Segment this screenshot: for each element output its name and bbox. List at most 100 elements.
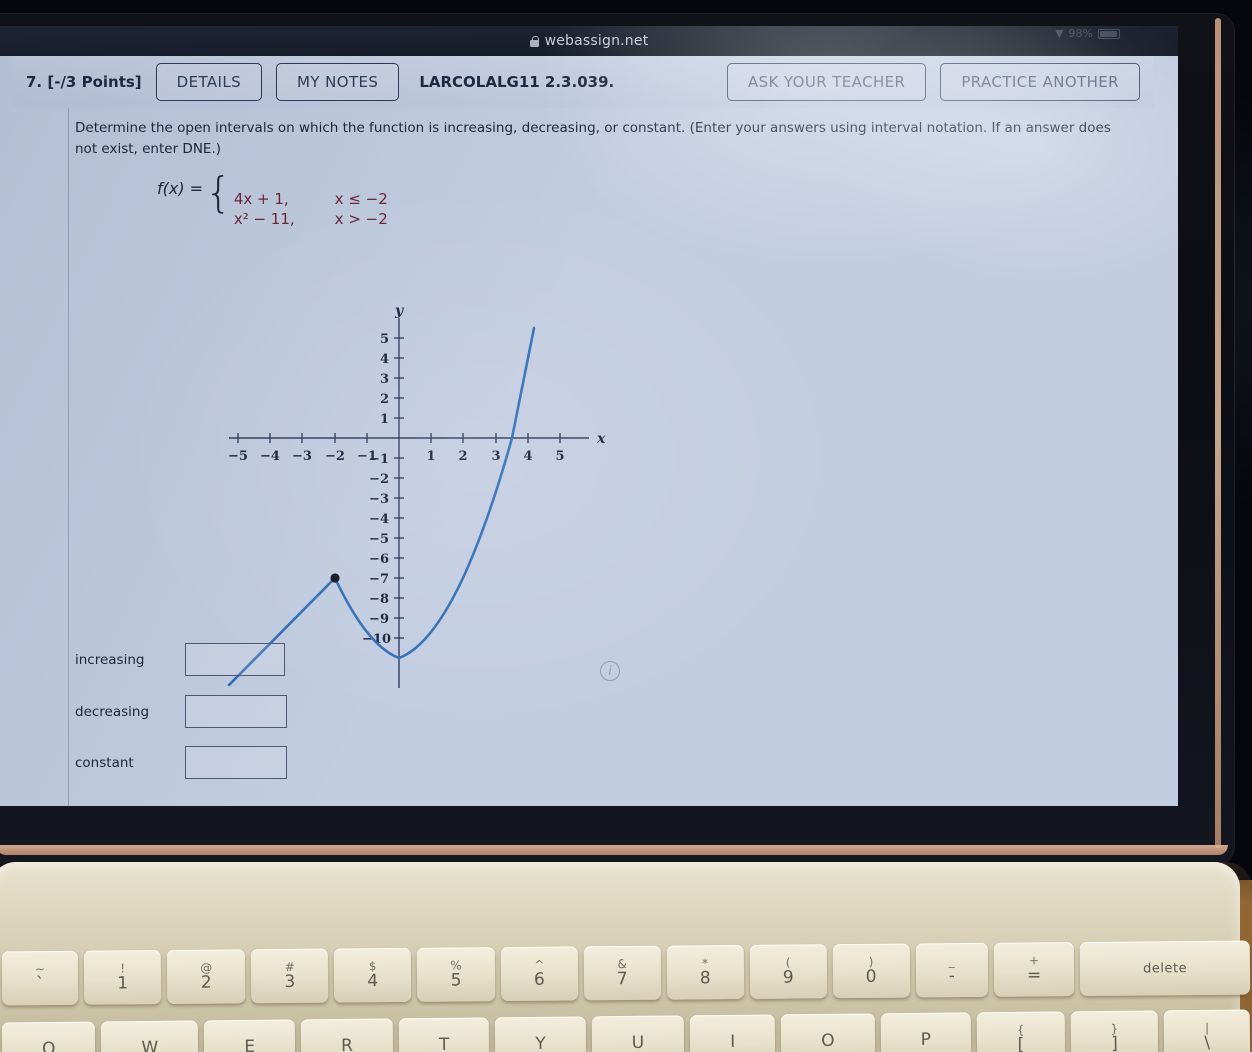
key-i[interactable]: I xyxy=(689,1014,776,1052)
svg-text:−5: −5 xyxy=(369,532,389,547)
keyboard-number-row: ~ `! 1 @2 #3 $4% 5 ^ 6 & 7 * 8(9) 0 _ - + = delete xyxy=(0,940,1252,1010)
key-5[interactable]: % 5 xyxy=(417,947,496,1002)
key-delete[interactable]: delete xyxy=(1080,940,1251,997)
key-u[interactable]: U xyxy=(591,1015,685,1052)
url-text: webassign.net xyxy=(544,33,649,49)
key-6[interactable]: ^ 6 xyxy=(500,946,578,1002)
lock-icon xyxy=(529,35,539,47)
increasing-label: increasing xyxy=(75,651,145,668)
key-symbol: } xyxy=(1110,1021,1119,1036)
piece2-expression: x² − 11, xyxy=(233,210,295,228)
closed-endpoint-dot xyxy=(330,573,340,583)
webassign-page: 7. [-/3 Points] DETAILS MY NOTES LARCOLA… xyxy=(0,56,1178,806)
laptop-screen: webassign.net ▼ 98% 7. [-/3 Points] DETA… xyxy=(0,26,1178,806)
function-name: f(x) = xyxy=(157,179,204,198)
key-label: 7 xyxy=(616,968,628,989)
ask-your-teacher-button[interactable]: ASK YOUR TEACHER xyxy=(726,63,927,101)
svg-text:−1: −1 xyxy=(369,452,389,467)
key-w[interactable]: W xyxy=(101,1020,199,1052)
physical-keyboard: ~ `! 1 @2 #3 $4% 5 ^ 6 & 7 * 8(9) 0 _ - + = delete QWERTYU… xyxy=(0,930,1252,1052)
key-9[interactable]: (9 xyxy=(749,944,827,999)
key-3[interactable]: #3 xyxy=(251,948,329,1004)
key-y[interactable]: Y xyxy=(495,1016,586,1052)
key-label: O xyxy=(821,1030,835,1051)
svg-text:−6: −6 xyxy=(369,552,389,567)
key-symbol: ( xyxy=(785,955,791,970)
key-label: R xyxy=(340,1035,353,1052)
y-axis-label: y xyxy=(394,303,404,319)
key-symbol: # xyxy=(284,959,295,974)
decreasing-input[interactable] xyxy=(185,695,287,728)
x-axis-label: x xyxy=(596,431,606,447)
constant-input[interactable] xyxy=(185,746,287,779)
key-label: ] xyxy=(1111,1033,1118,1052)
svg-text:−8: −8 xyxy=(369,592,389,607)
key-symbol: ! xyxy=(120,960,126,975)
key-r[interactable]: R xyxy=(300,1018,394,1052)
constant-label: constant xyxy=(75,754,134,771)
browser-url-bar[interactable]: webassign.net xyxy=(0,26,1178,56)
key-[interactable]: + = xyxy=(993,942,1075,997)
key-1[interactable]: ! 1 xyxy=(83,950,162,1005)
question-prompt: Determine the open intervals on which th… xyxy=(75,120,1111,157)
status-indicators: ▼ 98% xyxy=(1055,27,1120,40)
key-symbol: @ xyxy=(200,960,213,975)
function-graph: .ax { stroke:#2b3b5c; stroke-width:1.4; … xyxy=(227,303,606,688)
svg-text:−2: −2 xyxy=(325,449,345,464)
key-e[interactable]: E xyxy=(203,1019,296,1052)
svg-text:2: 2 xyxy=(458,449,467,464)
key-symbol: & xyxy=(617,956,627,971)
key-symbol: * xyxy=(702,955,709,970)
key-t[interactable]: T xyxy=(398,1017,490,1052)
key-label: delete xyxy=(1143,960,1188,976)
info-icon[interactable]: i xyxy=(600,661,620,681)
piece1-condition: x ≤ −2 xyxy=(334,190,388,208)
key-label: 8 xyxy=(699,967,711,988)
answer-row-constant: constant xyxy=(75,746,475,779)
details-button[interactable]: DETAILS xyxy=(155,63,263,101)
piece2-condition: x > −2 xyxy=(334,210,388,228)
key-7[interactable]: & 7 xyxy=(583,945,661,1001)
key-label: 5 xyxy=(450,969,462,991)
key-symbol: ~ xyxy=(34,961,46,976)
key-label: U xyxy=(631,1032,645,1052)
laptop-right-edge xyxy=(1215,18,1221,848)
key-[interactable]: ~ ` xyxy=(1,950,79,1006)
key-label: E xyxy=(244,1036,256,1052)
key-[interactable]: }] xyxy=(1070,1010,1159,1052)
key-[interactable]: _ - xyxy=(915,942,989,998)
key-label: = xyxy=(1026,964,1042,986)
svg-text:5: 5 xyxy=(380,332,389,347)
svg-text:1: 1 xyxy=(426,449,435,464)
y-axis-tick-labels: 5 4 3 2 1 −1 −2 −3 −4 −5 −6 −7 −8 −9 −10 xyxy=(362,332,391,647)
key-2[interactable]: @2 xyxy=(166,949,246,1005)
key-label: Y xyxy=(535,1033,546,1052)
key-label: \ xyxy=(1204,1032,1211,1052)
key-q[interactable]: Q xyxy=(1,1021,96,1052)
key-p[interactable]: P xyxy=(880,1012,972,1052)
screenshot-stage: webassign.net ▼ 98% 7. [-/3 Points] DETA… xyxy=(0,0,1252,1052)
svg-text:3: 3 xyxy=(380,372,389,387)
practice-another-button[interactable]: PRACTICE ANOTHER xyxy=(940,63,1140,101)
left-brace: { xyxy=(205,168,232,217)
key-label: Q xyxy=(41,1038,56,1052)
x-axis-tick-labels: −5 −4 −3 −2 −1 1 2 3 4 5 xyxy=(228,449,565,464)
problem-code: LARCOLALG11 2.3.039. xyxy=(419,73,615,91)
key-[interactable]: {[ xyxy=(976,1011,1065,1052)
key-[interactable]: | \ xyxy=(1163,1009,1251,1052)
keyboard-qwerty-row: Q W E R T Y U I O P{[}] | \ xyxy=(0,1009,1252,1052)
increasing-input[interactable] xyxy=(185,643,285,676)
key-label: 0 xyxy=(865,966,877,987)
key-symbol: $ xyxy=(368,958,377,973)
svg-text:−4: −4 xyxy=(369,512,389,527)
svg-text:1: 1 xyxy=(380,412,389,427)
svg-text:−3: −3 xyxy=(292,449,312,464)
answer-row-increasing: increasing xyxy=(75,643,475,676)
svg-text:−2: −2 xyxy=(369,472,389,487)
key-o[interactable]: O xyxy=(780,1013,875,1052)
my-notes-button[interactable]: MY NOTES xyxy=(276,63,400,101)
key-0[interactable]: ) 0 xyxy=(832,943,910,999)
key-4[interactable]: $4 xyxy=(334,947,412,1003)
key-8[interactable]: * 8 xyxy=(666,944,744,1000)
svg-text:−5: −5 xyxy=(228,449,248,464)
